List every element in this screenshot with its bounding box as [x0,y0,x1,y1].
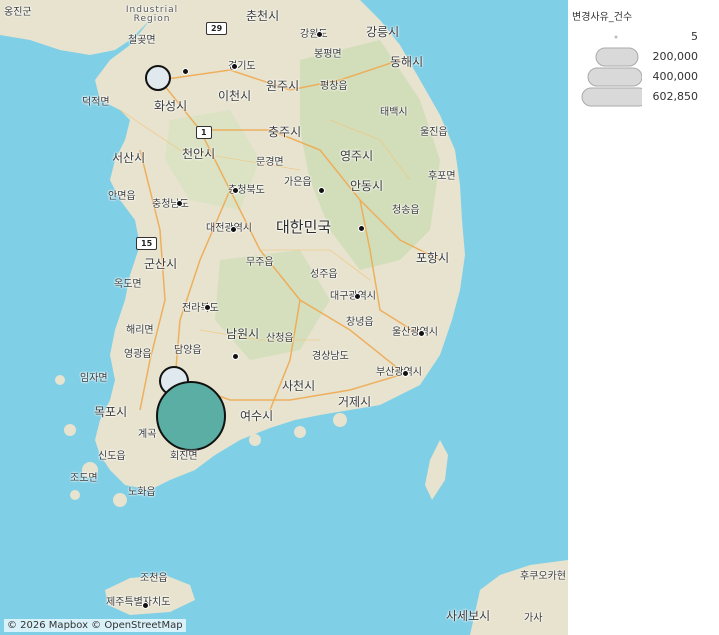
map-attribution[interactable]: © 2026 Mapbox © OpenStreetMap [4,619,186,632]
label-jodo: 조도면 [70,473,98,484]
label-cheolwon: 철곶면 [128,35,156,46]
label-jeonbuk: 전라북도 [182,303,219,314]
label-gangwon: 강원도 [300,29,328,40]
label-chungnam: 충청남도 [152,199,189,210]
label-gasa: 가사 [524,613,543,624]
city-dot [231,63,238,70]
city-dot [232,353,239,360]
size-legend: 변경사유_건수 5 200,000 400,000 602,850 [572,8,712,107]
map-basemap [0,0,568,635]
legend-row-5: 5 [572,27,712,47]
label-gyeongnam: 경상남도 [312,351,349,362]
label-pyeongchang: 평창읍 [320,81,348,92]
legend-label-400000: 400,000 [652,70,699,83]
label-mokpo: 목포시 [94,405,128,419]
label-okdo: 옥도면 [114,279,142,290]
label-ongjin: 옹진군 [4,7,32,18]
legend-size-swatch [587,67,642,87]
label-muju: 무주읍 [246,257,274,268]
label-country: 대한민국 [276,218,332,236]
bubble-jeonnam[interactable] [156,381,226,451]
label-busan: 부산광역시 [376,367,422,378]
city-dot [402,370,409,377]
label-deokjeok: 덕적면 [82,97,110,108]
city-dot [358,225,365,232]
label-geoje: 거제시 [338,395,372,409]
label-cheongsong: 청송읍 [392,205,420,216]
route-15-shield: 15 [136,237,158,250]
legend-label-602850: 602,850 [652,90,699,103]
label-yeosu: 여수시 [240,409,274,423]
city-dot [318,187,325,194]
city-dot [182,68,189,75]
label-industrial-region: Industrial Region [125,5,179,24]
label-chungju: 충주시 [268,125,302,139]
city-dot [142,602,149,609]
label-chuncheon: 춘천시 [246,9,280,23]
city-dot [230,226,237,233]
label-imja: 임자면 [80,373,108,384]
label-nohwa: 노화읍 [128,487,156,498]
label-mungyeong: 문경면 [256,157,284,168]
city-dot [316,31,323,38]
label-gyegok: 계곡 [138,429,157,440]
label-sancheong: 산청읍 [266,333,294,344]
city-dot [176,200,183,207]
label-icheon: 이천시 [218,89,252,103]
label-sasebo: 사세보시 [446,609,491,623]
label-cheonan: 천안시 [182,147,216,161]
route-29-shield: 29 [206,22,228,35]
label-gaeun: 가은읍 [284,177,312,188]
label-uljin: 울진읍 [420,127,448,138]
label-hae: 해리면 [126,325,154,336]
bubble-incheon[interactable] [145,65,171,91]
legend-size-swatch [614,35,618,39]
city-dot [354,293,361,300]
label-anmyeon: 안면읍 [108,191,136,202]
legend-size-swatch [595,47,639,67]
legend-title: 변경사유_건수 [572,12,633,23]
label-changnyeong: 창녕읍 [346,317,374,328]
label-jeju: 제주특별자치도 [106,597,171,608]
legend-row-400000: 400,000 [572,67,712,87]
label-hwaseong: 화성시 [154,99,188,113]
legend-size-swatch [581,87,642,107]
label-seongju: 성주읍 [310,269,338,280]
label-sindo: 신도읍 [98,451,126,462]
label-daegu: 대구광역시 [330,291,376,302]
label-gunsan: 군산시 [144,257,178,271]
city-dot [418,330,425,337]
label-daejeon: 대전광역시 [206,223,252,234]
label-andong: 안동시 [350,179,384,193]
label-damyang: 담양읍 [174,345,202,356]
label-sacheon: 사천시 [282,379,316,393]
map-view[interactable]: 옹진군 Industrial Region 춘천시 강릉시 철곶면 강원도 봉평… [0,0,568,635]
label-donghae: 동해시 [390,55,424,69]
route-1-shield: 1 [196,126,212,139]
label-jocheon: 조천읍 [140,573,168,584]
label-hoejin: 회진면 [170,451,198,462]
label-wonju: 원주시 [266,79,300,93]
label-taebaek: 태백시 [380,107,408,118]
city-dot [232,187,239,194]
label-yeonggwang: 영광읍 [124,349,152,360]
label-yeongju: 영주시 [340,149,374,163]
label-fukuoka: 후쿠오카현 [520,571,566,582]
label-pohang: 포항시 [416,251,450,265]
legend-label-200000: 200,000 [652,50,699,63]
label-hupo: 후포면 [428,171,456,182]
label-bongpyeong: 봉평면 [314,49,342,60]
legend-row-602850: 602,850 [572,87,712,107]
label-ulsan: 울산광역시 [392,327,438,338]
legend-row-200000: 200,000 [572,47,712,67]
legend-label-5: 5 [691,30,698,43]
label-gangneung: 강릉시 [366,25,400,39]
land-tsushima [425,440,448,500]
label-namwon: 남원시 [226,327,260,341]
city-dot [204,304,211,311]
label-seosan: 서산시 [112,151,146,165]
